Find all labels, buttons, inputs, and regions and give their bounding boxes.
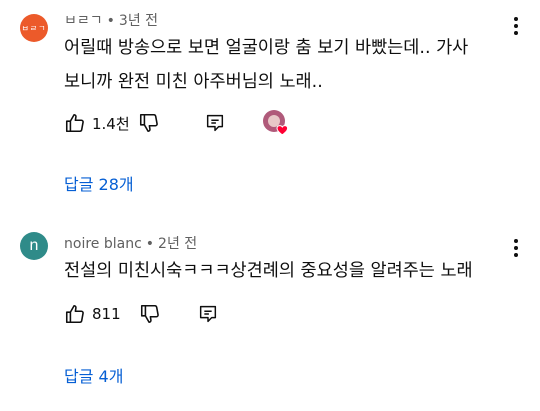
more-vert-icon[interactable] [506, 14, 526, 38]
comment-text-line: 전설의 미친시숙ㅋㅋㅋ상견례의 중요성을 알려주는 노래 [64, 261, 473, 281]
like-icon [65, 304, 84, 324]
comment-time[interactable]: 2년 전 [158, 236, 197, 252]
reply-icon [199, 305, 216, 323]
comment-actions: 1.4천 [64, 109, 292, 137]
dislike-button[interactable] [138, 112, 160, 134]
author-name[interactable]: noire blanc [64, 236, 142, 252]
dislike-icon [139, 113, 158, 133]
meta-dot: • [106, 13, 115, 29]
reply-button[interactable] [197, 303, 219, 325]
comment-text-line: 어릴때 방송으로 보면 얼굴이랑 춤 보기 바빴는데.. 가사 [64, 38, 469, 58]
author-name[interactable]: ㅂㄹㄱ [64, 13, 103, 29]
like-icon [65, 113, 84, 133]
dislike-button[interactable] [139, 303, 161, 325]
comment-time[interactable]: 3년 전 [119, 13, 158, 29]
like-count: 811 [92, 305, 121, 323]
reply-icon [206, 114, 223, 132]
avatar[interactable]: n [20, 232, 48, 260]
comment-meta: ㅂㄹㄱ • 3년 전 [64, 10, 158, 30]
more-vert-icon[interactable] [506, 236, 526, 260]
creator-heart-icon [262, 110, 288, 137]
comment-text: 전설의 미친시숙ㅋㅋㅋ상견례의 중요성을 알려주는 노래 [64, 254, 504, 288]
comment-meta: noire blanc • 2년 전 [64, 233, 197, 253]
like-count: 1.4천 [92, 114, 130, 133]
meta-dot: • [145, 236, 155, 252]
comment-text-line: 보니까 완전 미친 아주버님의 노래.. [64, 72, 323, 92]
avatar[interactable]: ㅂㄹㄱ [20, 14, 48, 42]
replies-link[interactable]: 답글 28개 [64, 171, 134, 195]
creator-heart [262, 109, 292, 137]
dislike-icon [140, 304, 159, 324]
reply-button[interactable] [204, 112, 226, 134]
like-button[interactable]: 1.4천 [64, 112, 130, 134]
comment-actions: 811 [64, 302, 219, 326]
comment-text: 어릴때 방송으로 보면 얼굴이랑 춤 보기 바빴는데.. 가사 보니까 완전 미… [64, 31, 504, 99]
like-button[interactable]: 811 [64, 303, 121, 325]
replies-link[interactable]: 답글 4개 [64, 363, 123, 387]
